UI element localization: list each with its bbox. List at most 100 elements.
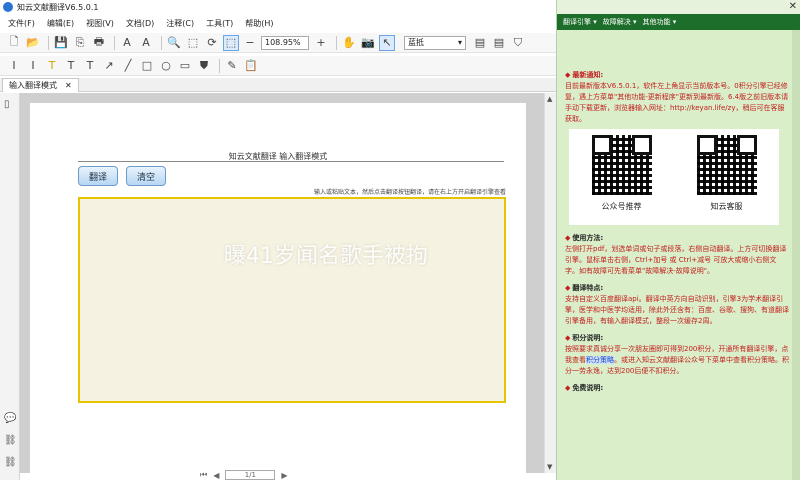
scroll-up-icon[interactable]: ▲ — [547, 95, 552, 103]
print-icon[interactable]: 🖶 — [91, 35, 107, 51]
points-text: 按照要求真诚分享一次朋友圈即可得到200积分，开通所有翻译引擎，点我查看积分策略… — [565, 344, 789, 377]
save-icon[interactable]: 💾 — [53, 35, 69, 51]
qr-code-panel: 公众号推荐 知云客服 — [569, 129, 779, 225]
title-divider — [78, 161, 504, 162]
textbox-icon[interactable]: ▭ — [177, 58, 193, 74]
document-scrollbar[interactable]: ▲ ▼ — [544, 93, 556, 473]
comment-icon[interactable]: 💬 — [4, 413, 16, 425]
nav-other-functions[interactable]: 其他功能 ▾ — [643, 17, 677, 27]
overlay-headline: 曝41岁闻名歌手被拘 — [224, 244, 428, 269]
menu-file[interactable]: 文件(F) — [8, 18, 35, 29]
page-icon[interactable]: ▤ — [472, 35, 488, 51]
color-mode-value: 蓝抵 — [408, 38, 424, 47]
points-title: 积分说明: — [572, 334, 604, 342]
attachment-icon[interactable]: 📋 — [243, 58, 259, 74]
chevron-down-icon: ▾ — [457, 38, 462, 47]
qr-code-image — [696, 135, 757, 195]
tab-input-translate[interactable]: 输入翻译模式 ✕ — [2, 78, 79, 92]
text-select-icon[interactable]: A — [119, 35, 135, 51]
underline-icon[interactable]: T — [63, 58, 79, 74]
close-icon[interactable]: ✕ — [65, 81, 72, 90]
zoom-in-icon[interactable]: + — [313, 35, 329, 51]
usage-title: 使用方法: — [572, 234, 604, 242]
app-logo-icon — [3, 2, 13, 12]
panel-title-bar: ✕ — [557, 0, 800, 14]
text-tool-icon[interactable]: A — [138, 35, 154, 51]
toolbar-divider — [161, 35, 162, 50]
window-title: 知云文献翻译V6.5.0.1 — [17, 2, 99, 12]
stamp-icon[interactable]: ⛊ — [196, 58, 212, 74]
points-policy-link[interactable]: 积分策略 — [586, 356, 614, 364]
menu-edit[interactable]: 编辑(E) — [47, 18, 74, 29]
title-bar: 知云文献翻译V6.5.0.1 — [0, 0, 556, 14]
text-cursor-alt-icon[interactable]: I — [25, 58, 41, 74]
rectangle-icon[interactable]: □ — [139, 58, 155, 74]
note-icon[interactable]: ✎ — [224, 58, 240, 74]
close-icon[interactable]: ✕ — [789, 1, 797, 12]
toolbar-divider — [219, 58, 220, 73]
snapshot-icon[interactable]: 📷 — [360, 35, 376, 51]
rotate-icon[interactable]: ⟳ — [204, 35, 220, 51]
menu-document[interactable]: 文档(D) — [126, 18, 154, 29]
menu-bar: 文件(F) 编辑(E) 视图(V) 文档(D) 注释(C) 工具(T) 帮助(H… — [0, 14, 556, 32]
color-mode-select[interactable]: 蓝抵 ▾ — [404, 35, 466, 50]
nav-translate-engine[interactable]: 翻译引擎 ▾ — [563, 17, 597, 27]
filter-icon[interactable]: ⛉ — [510, 35, 526, 51]
copy-icon[interactable]: ⎘ — [72, 35, 88, 51]
scroll-down-icon[interactable]: ▼ — [547, 463, 552, 471]
text-cursor-icon[interactable]: I — [6, 58, 22, 74]
free-heading: ◆ 免费说明: — [565, 384, 604, 392]
qr-label: 知云客服 — [710, 202, 743, 211]
translation-panel: ✕ 翻译引擎 ▾ 故障解决 ▾ 其他功能 ▾ ◆ 最新通知: 目前最新版本V6.5… — [556, 0, 800, 480]
news-text: 目前最新版本V6.5.0.1，软件左上角显示当前版本号。0积分引擎已经修复，遇上… — [565, 82, 789, 123]
features-title: 翻译特点: — [572, 284, 604, 292]
fit-width-icon[interactable]: ⬚ — [223, 34, 239, 51]
attachment-link-icon[interactable]: ⛓ — [4, 457, 17, 469]
clear-button[interactable]: 清空 — [126, 166, 166, 186]
menu-help[interactable]: 帮助(H) — [245, 18, 273, 29]
zoom-level-field[interactable]: 108.95% — [261, 35, 309, 50]
nav-troubleshoot[interactable]: 故障解决 ▾ — [603, 17, 637, 27]
qr-public-account: 公众号推荐 — [582, 135, 662, 212]
first-page-icon[interactable]: ⏮ — [200, 470, 207, 480]
page-export-icon[interactable]: ▤ — [491, 35, 507, 51]
document-page: 知云文献翻译 输入翻译模式 翻译 清空 输入或粘贴文本，然后点击翻译按钮翻译，请… — [30, 103, 526, 473]
page-thumbnail-icon[interactable]: ▯ — [4, 99, 16, 111]
translate-input-area[interactable] — [78, 197, 506, 403]
page-number-field[interactable]: 1/1 — [225, 470, 276, 480]
document-canvas: 知云文献翻译 输入翻译模式 翻译 清空 输入或粘贴文本，然后点击翻译按钮翻译，请… — [20, 93, 544, 473]
qr-customer-service: 知云客服 — [687, 135, 767, 212]
free-title: 免费说明: — [572, 384, 604, 392]
line-icon[interactable]: ╱ — [120, 58, 136, 74]
points-heading: ◆ 积分说明: — [565, 334, 604, 342]
panel-scrollbar[interactable] — [792, 30, 800, 480]
page-navigation: ⏮ ◀ 1/1 ▶ — [200, 470, 380, 480]
ellipse-icon[interactable]: ○ — [158, 58, 174, 74]
features-heading: ◆ 翻译特点: — [565, 284, 604, 292]
translate-button[interactable]: 翻译 — [78, 166, 118, 186]
features-text: 支持自定义百度翻译api。翻译中英方向自动识别，引擎3为学术翻译引擎，医学和中医… — [565, 295, 789, 325]
nav-label: 故障解决 — [602, 18, 631, 26]
tab-label: 输入翻译模式 — [9, 81, 57, 90]
strikeout-icon[interactable]: T — [82, 58, 98, 74]
link-icon[interactable]: ⛓ — [4, 435, 17, 447]
document-tab-bar: 输入翻译模式 ✕ — [0, 78, 556, 92]
arrow-icon[interactable]: ↗ — [101, 58, 117, 74]
new-file-icon[interactable]: 🗋 — [6, 35, 22, 51]
toolbar-divider — [336, 35, 337, 50]
fit-page-icon[interactable]: ⬚ — [185, 35, 201, 51]
highlight-icon[interactable]: T — [44, 58, 60, 74]
hand-tool-icon[interactable]: ✋ — [341, 35, 357, 51]
zoom-icon[interactable]: 🔍 — [166, 35, 182, 51]
menu-comment[interactable]: 注释(C) — [166, 18, 194, 29]
select-cursor-icon[interactable]: ↖ — [379, 34, 395, 51]
next-page-icon[interactable]: ▶ — [281, 471, 287, 480]
main-toolbar: 🗋 📂 💾 ⎘ 🖶 A A 🔍 ⬚ ⟳ ⬚ − 108.95% + ✋ 📷 ↖ … — [0, 33, 556, 53]
prev-page-icon[interactable]: ◀ — [213, 471, 219, 480]
panel-content: ◆ 最新通知: 目前最新版本V6.5.0.1，软件左上角显示当前版本号。0积分引擎… — [565, 66, 789, 394]
zoom-out-icon[interactable]: − — [242, 35, 258, 51]
open-folder-icon[interactable]: 📂 — [25, 35, 41, 51]
menu-tools[interactable]: 工具(T) — [206, 18, 233, 29]
left-sidebar: ▯ 💬 ⛓ ⛓ — [0, 93, 20, 480]
menu-view[interactable]: 视图(V) — [86, 18, 114, 29]
